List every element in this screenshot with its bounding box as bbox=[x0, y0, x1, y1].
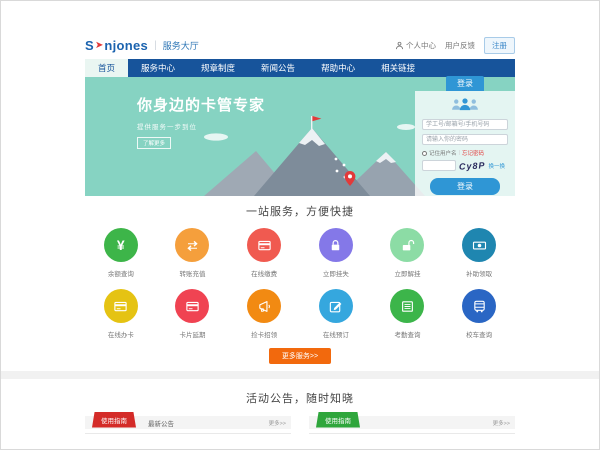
remember-label: 记住用户名 bbox=[429, 149, 457, 157]
captcha-input[interactable] bbox=[422, 160, 456, 171]
service-item[interactable]: 转账充值 bbox=[157, 228, 229, 278]
service-label: 考勤查询 bbox=[372, 329, 444, 339]
header-links: 个人中心 用户反馈 注册 bbox=[395, 37, 515, 54]
service-label: 补助领取 bbox=[443, 268, 515, 278]
nav-item-2[interactable]: 规章制度 bbox=[188, 59, 248, 77]
announcement-panel-1: 使用指南更多>> bbox=[309, 416, 515, 434]
services-title: 一站服务，方便快捷 bbox=[85, 203, 515, 219]
service-item[interactable]: 考勤查询 bbox=[372, 289, 444, 339]
hero-cta-button[interactable]: 了解更多 bbox=[137, 137, 171, 149]
service-item[interactable]: ¥ 余额查询 bbox=[85, 228, 157, 278]
service-item[interactable]: 补助领取 bbox=[443, 228, 515, 278]
more-services-button[interactable]: 更多服务>> bbox=[269, 348, 331, 364]
hero-title: 你身边的卡管专家 bbox=[137, 94, 265, 115]
banknote-icon bbox=[462, 228, 496, 262]
personal-center-link[interactable]: 个人中心 bbox=[395, 40, 436, 51]
panel-ribbon-tab[interactable]: 使用指南 bbox=[316, 412, 360, 428]
list-icon bbox=[390, 289, 424, 323]
service-item[interactable]: 在线办卡 bbox=[85, 289, 157, 339]
forgot-password-link[interactable]: 忘记密码 bbox=[462, 149, 484, 157]
services-section: 一站服务，方便快捷 ¥ 余额查询转账充值在线缴费立即挂失立即解挂补助领取在线办卡卡… bbox=[85, 196, 515, 364]
nav-item-1[interactable]: 服务中心 bbox=[128, 59, 188, 77]
header: S ➤ njones | 服务大厅 个人中心 用户反馈 注册 bbox=[85, 31, 515, 59]
nav-item-3[interactable]: 新闻公告 bbox=[248, 59, 308, 77]
unlock-icon bbox=[390, 228, 424, 262]
logo[interactable]: S ➤ njones | 服务大厅 bbox=[85, 38, 199, 53]
panel-secondary-tab[interactable]: 最新公告 bbox=[148, 418, 174, 428]
service-item[interactable]: 立即解挂 bbox=[372, 228, 444, 278]
login-panel: 登录 记住用户名 | 忘记密码 bbox=[415, 73, 515, 202]
personal-center-label: 个人中心 bbox=[406, 40, 436, 51]
card-icon bbox=[247, 228, 281, 262]
nav-item-0[interactable]: 首页 bbox=[85, 59, 128, 77]
card-icon bbox=[104, 289, 138, 323]
captcha-refresh-link[interactable]: 换一换 bbox=[489, 162, 506, 170]
product-name: 服务大厅 bbox=[163, 39, 199, 52]
service-item[interactable]: 立即挂失 bbox=[300, 228, 372, 278]
captcha-image[interactable]: Cy8P bbox=[459, 160, 486, 171]
login-tab[interactable]: 登录 bbox=[446, 76, 484, 91]
edit-icon bbox=[319, 289, 353, 323]
users-group-icon bbox=[450, 97, 480, 111]
panel-more-link[interactable]: 更多>> bbox=[269, 419, 286, 427]
announcement-panel-0: 使用指南最新公告更多>> bbox=[85, 416, 291, 434]
lock-icon bbox=[319, 228, 353, 262]
service-label: 校车查询 bbox=[443, 329, 515, 339]
username-input[interactable] bbox=[422, 119, 508, 130]
panel-ribbon-tab[interactable]: 使用指南 bbox=[92, 412, 136, 428]
feedback-link[interactable]: 用户反馈 bbox=[445, 40, 475, 51]
service-item[interactable]: 在线缴费 bbox=[228, 228, 300, 278]
logo-text-1: S bbox=[85, 38, 94, 53]
service-label: 卡片延期 bbox=[157, 329, 229, 339]
password-input[interactable] bbox=[422, 134, 508, 145]
service-label: 在线缴费 bbox=[228, 268, 300, 278]
service-label: 在线办卡 bbox=[85, 329, 157, 339]
user-icon bbox=[395, 41, 404, 50]
announcement-panels: 使用指南最新公告更多>>使用指南更多>> bbox=[85, 416, 515, 434]
login-submit-button[interactable]: 登录 bbox=[430, 178, 501, 195]
bus-icon bbox=[462, 289, 496, 323]
section-divider bbox=[1, 371, 600, 379]
register-button[interactable]: 注册 bbox=[484, 37, 515, 54]
service-label: 转账充值 bbox=[157, 268, 229, 278]
transfer-icon bbox=[175, 228, 209, 262]
logo-arrow-icon: ➤ bbox=[95, 40, 103, 51]
yen-icon: ¥ bbox=[104, 228, 138, 262]
megaphone-icon bbox=[247, 289, 281, 323]
logo-text-2: njones bbox=[104, 38, 148, 53]
hero-banner: 你身边的卡管专家 提供服务一步到位 了解更多 bbox=[85, 77, 515, 196]
feedback-label: 用户反馈 bbox=[445, 40, 475, 51]
logo-separator: | bbox=[154, 40, 157, 51]
services-grid: ¥ 余额查询转账充值在线缴费立即挂失立即解挂补助领取在线办卡卡片延期捡卡招领在线预… bbox=[85, 228, 515, 339]
service-label: 余额查询 bbox=[85, 268, 157, 278]
service-item[interactable]: 卡片延期 bbox=[157, 289, 229, 339]
hero-subtitle: 提供服务一步到位 bbox=[137, 121, 265, 131]
card-icon bbox=[175, 289, 209, 323]
service-item[interactable]: 校车查询 bbox=[443, 289, 515, 339]
service-label: 立即解挂 bbox=[372, 268, 444, 278]
remember-checkbox[interactable] bbox=[422, 151, 427, 156]
service-item[interactable]: 捡卡招领 bbox=[228, 289, 300, 339]
service-label: 捡卡招领 bbox=[228, 329, 300, 339]
service-label: 立即挂失 bbox=[300, 268, 372, 278]
announcements-section: 活动公告，随时知晓 使用指南最新公告更多>>使用指南更多>> bbox=[85, 390, 515, 434]
hero-text-block: 你身边的卡管专家 提供服务一步到位 了解更多 bbox=[137, 94, 265, 150]
page: S ➤ njones | 服务大厅 个人中心 用户反馈 注册 首页服务中心规章制… bbox=[0, 0, 600, 450]
panel-more-link[interactable]: 更多>> bbox=[493, 419, 510, 427]
announcements-title: 活动公告，随时知晓 bbox=[85, 390, 515, 406]
service-item[interactable]: 在线预订 bbox=[300, 289, 372, 339]
nav-item-4[interactable]: 帮助中心 bbox=[308, 59, 368, 77]
service-label: 在线预订 bbox=[300, 329, 372, 339]
